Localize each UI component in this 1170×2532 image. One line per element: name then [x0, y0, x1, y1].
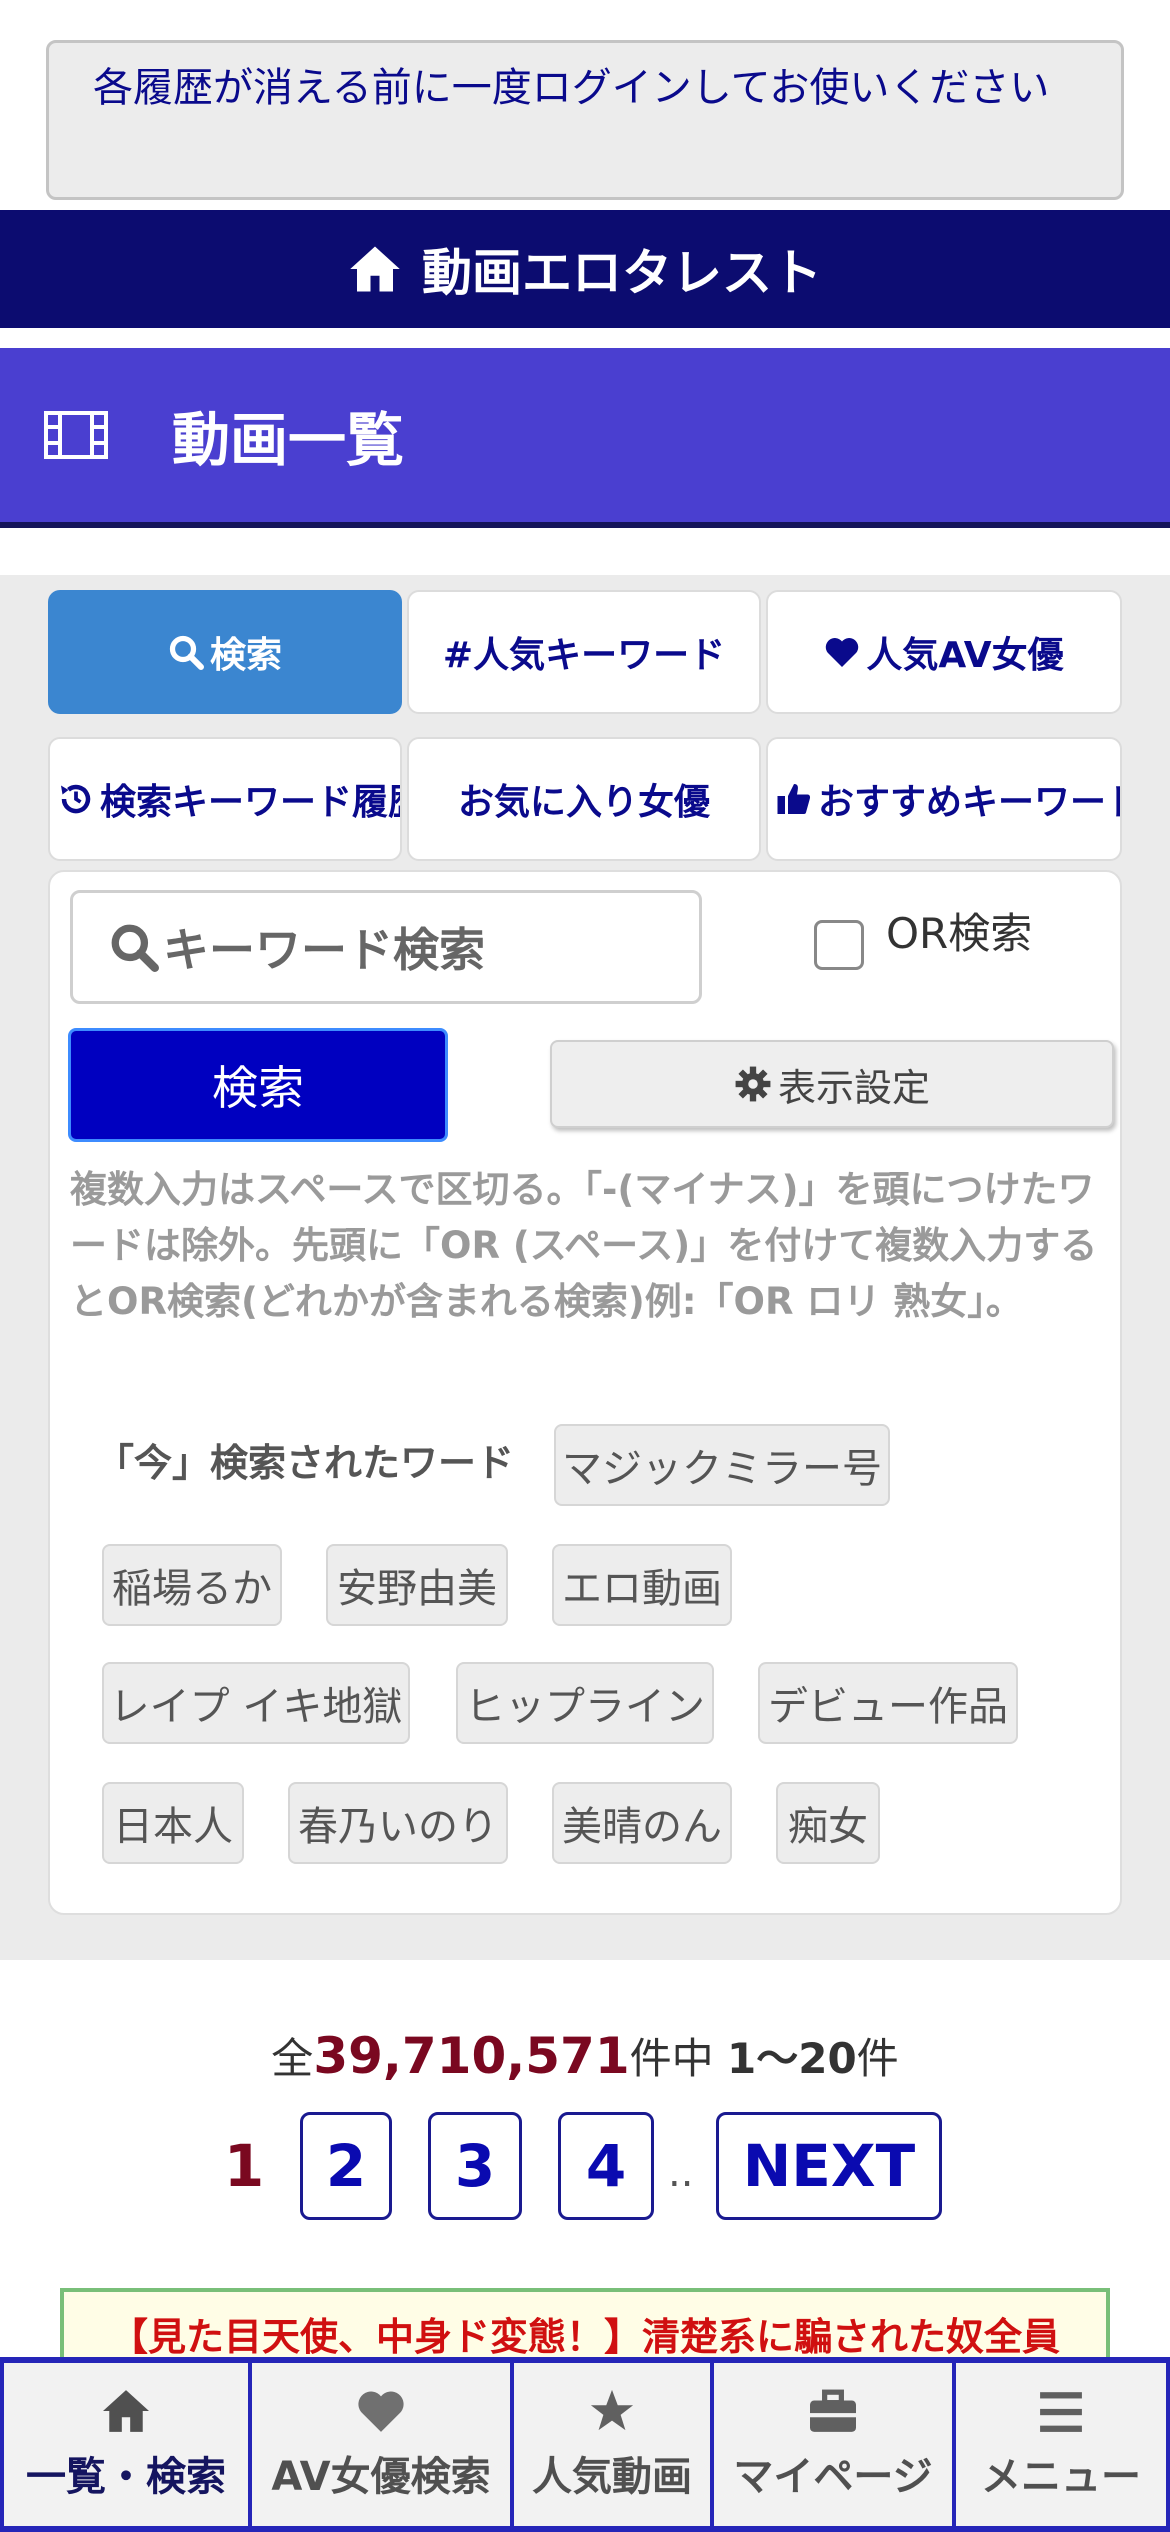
trending-word[interactable]: 美晴のん — [552, 1782, 732, 1864]
tab-recommended-keywords[interactable]: おすすめキーワード — [766, 737, 1122, 861]
site-title: 動画エロタレスト — [422, 244, 822, 302]
thumbs-up-icon — [777, 784, 811, 814]
tab-popular-actresses[interactable]: 人気AV女優 — [766, 590, 1122, 714]
tab-popular-keywords[interactable]: #人気キーワード — [407, 590, 761, 714]
trending-word[interactable]: レイプ イキ地獄 — [102, 1662, 410, 1744]
trending-word[interactable]: 痴女 — [776, 1782, 880, 1864]
heart-icon — [358, 2391, 404, 2432]
login-notice: 各履歴が消える前に一度ログインしてお使いください — [46, 40, 1124, 200]
trending-word[interactable]: 春乃いのり — [288, 1782, 508, 1864]
search-icon — [169, 635, 204, 670]
film-icon — [44, 411, 108, 459]
trending-label: 「今」検索されたワード — [96, 1441, 515, 1485]
page-title: 動画一覧 — [172, 406, 405, 474]
page-link[interactable]: 2 — [300, 2112, 392, 2220]
page-heading: 動画一覧 — [0, 348, 1170, 528]
heart-icon — [826, 638, 859, 667]
nav-actress-search[interactable]: AV女優検索 — [252, 2363, 510, 2526]
next-page-button[interactable]: NEXT — [716, 2112, 942, 2220]
result-range: 1〜20 — [727, 2034, 857, 2083]
or-search-checkbox[interactable] — [814, 920, 864, 970]
or-search-label: OR検索 — [886, 908, 1033, 958]
pagination-ellipsis: .. — [668, 2150, 694, 2196]
home-icon — [103, 2389, 149, 2432]
site-header[interactable]: 動画エロタレスト — [0, 210, 1170, 328]
nav-my-page[interactable]: マイページ — [714, 2363, 952, 2526]
home-icon — [350, 246, 400, 292]
nav-popular-videos[interactable]: 人気動画 — [514, 2363, 710, 2526]
result-count: 全39,710,571件中 1〜20件 — [271, 2027, 899, 2085]
search-help-text: 複数入力はスペースで区切る。「-(マイナス)」を頭につけたワードは除外。先頭に「… — [70, 1168, 1098, 1323]
or-search-toggle[interactable]: OR検索 — [814, 890, 1032, 970]
search-placeholder: キーワード検索 — [163, 923, 485, 977]
trending-word[interactable]: デビュー作品 — [758, 1662, 1018, 1744]
search-button[interactable]: 検索 — [68, 1028, 448, 1142]
page-link[interactable]: 3 — [428, 2112, 522, 2220]
menu-icon — [1040, 2391, 1082, 2432]
page-current: 1 — [206, 2112, 282, 2220]
page-link[interactable]: 4 — [558, 2112, 654, 2220]
trending-word[interactable]: 日本人 — [102, 1782, 244, 1864]
display-settings-button[interactable]: 表示設定 — [550, 1040, 1114, 1128]
nav-list-search[interactable]: 一覧・検索 — [4, 2363, 248, 2526]
trending-word[interactable]: ヒップライン — [456, 1662, 714, 1744]
search-form — [48, 870, 1122, 1915]
search-icon — [111, 924, 159, 972]
trending-word[interactable]: エロ動画 — [552, 1544, 732, 1626]
briefcase-icon — [810, 2389, 856, 2432]
history-icon — [61, 784, 91, 814]
tab-favorite-actresses[interactable]: お気に入り女優 — [407, 737, 761, 861]
trending-word[interactable]: マジックミラー号 — [554, 1424, 890, 1506]
tab-search[interactable]: 検索 — [48, 590, 402, 714]
total-count: 39,710,571 — [313, 2027, 630, 2085]
bottom-nav: 一覧・検索 AV女優検索 人気動画 マイページ メニュー — [0, 2357, 1170, 2532]
star-icon — [590, 2389, 634, 2430]
trending-word[interactable]: 稲場るか — [102, 1544, 282, 1626]
ad-banner[interactable]: 【見た目天使、中身ド変態！】清楚系に騙された奴全員 — [60, 2288, 1110, 2368]
nav-menu[interactable]: メニュー — [956, 2363, 1166, 2526]
keyword-search-input[interactable]: キーワード検索 — [70, 890, 702, 1004]
tab-search-history[interactable]: 検索キーワード履歴 — [48, 737, 402, 861]
trending-word[interactable]: 安野由美 — [326, 1544, 508, 1626]
gear-icon — [735, 1066, 771, 1102]
